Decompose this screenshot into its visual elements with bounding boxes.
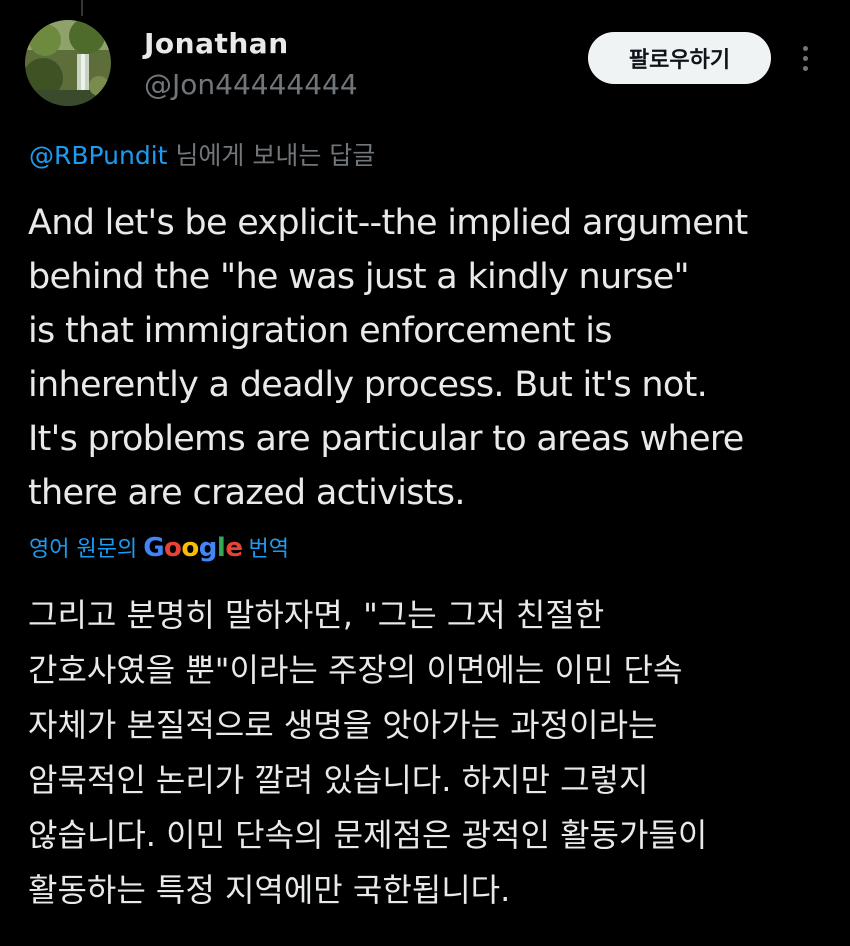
translation-attribution[interactable]: 영어 원문의 Google 번역 bbox=[29, 531, 289, 563]
translation-label: 영어 원문의 bbox=[29, 537, 138, 562]
reply-context-suffix: 님에게 보내는 답글 bbox=[167, 141, 376, 170]
follow-button[interactable]: 팔로우하기 bbox=[588, 32, 771, 84]
translated-text: 그리고 분명히 말하자면, "그는 그저 친절한 간호사였을 뿐"이라는 주장의… bbox=[28, 596, 708, 909]
avatar[interactable] bbox=[25, 20, 111, 106]
google-logo: Google bbox=[143, 533, 243, 563]
more-dot bbox=[802, 65, 808, 71]
more-vertical-icon[interactable] bbox=[790, 38, 820, 78]
thread-connector-line bbox=[81, 0, 83, 16]
landscape-photo-avatar bbox=[25, 20, 111, 106]
author-display-name[interactable]: Jonathan bbox=[144, 27, 289, 60]
translation-suffix: 번역 bbox=[248, 537, 289, 562]
more-dot bbox=[802, 55, 808, 61]
reply-mention-link[interactable]: @RBPundit bbox=[29, 141, 167, 170]
tweet-text: And let's be explicit--the implied argum… bbox=[28, 203, 748, 513]
more-dot bbox=[802, 45, 808, 51]
author-handle[interactable]: @Jon44444444 bbox=[144, 68, 358, 101]
reply-context: @RBPundit 님에게 보내는 답글 bbox=[29, 136, 375, 172]
